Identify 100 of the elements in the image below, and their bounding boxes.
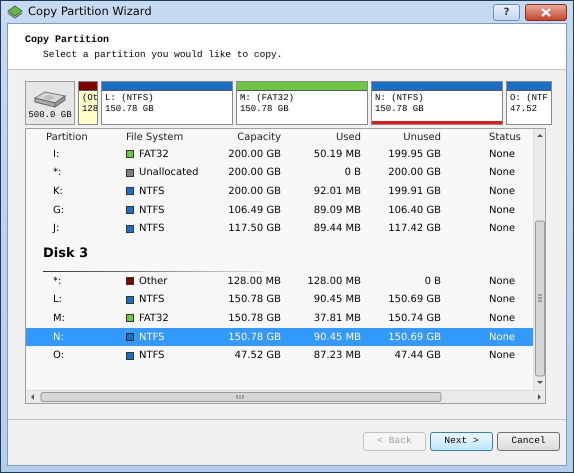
table-cell: 199.91 GB bbox=[388, 186, 441, 197]
column-header[interactable]: File System bbox=[126, 130, 216, 144]
table-cell: None bbox=[489, 312, 516, 324]
table-cell: 47.52 GB bbox=[234, 350, 281, 362]
table-cell: G: bbox=[53, 204, 64, 216]
table-cell: 150.78 GB bbox=[228, 332, 281, 343]
partition-size: 150.78 GB bbox=[375, 104, 425, 115]
table-cell: 128.00 MB bbox=[307, 276, 361, 287]
partition-row[interactable]: O: NTFS 47.52 GB 87.23 MB 47.44 GB None bbox=[26, 346, 533, 365]
table-cell: 200.00 GB bbox=[228, 186, 281, 197]
table-cell: 0 B bbox=[344, 167, 361, 178]
table-cell: None bbox=[489, 148, 516, 160]
window-title: Copy Partition Wizard bbox=[28, 3, 152, 20]
wizard-button[interactable]: Cancel bbox=[497, 432, 560, 450]
close-icon bbox=[541, 8, 551, 16]
column-header[interactable]: Used bbox=[281, 130, 361, 144]
table-cell: 150.78 GB bbox=[228, 312, 281, 324]
table-cell: 89.09 MB bbox=[314, 204, 361, 216]
partition-block[interactable]: L: (NTFS) 150.78 GB bbox=[101, 81, 233, 125]
partition-row[interactable]: K: NTFS 200.00 GB 92.01 MB 199.91 GB None bbox=[26, 182, 533, 201]
table-cell: 87.23 MB bbox=[314, 350, 361, 362]
partition-row[interactable]: *: Other 128.00 MB 128.00 MB 0 B None bbox=[26, 272, 533, 291]
table-cell: 150.78 GB bbox=[228, 294, 281, 306]
table-cell-text: NTFS bbox=[139, 222, 165, 236]
table-cell: None bbox=[489, 332, 516, 343]
table-cell-text: NTFS bbox=[139, 184, 165, 199]
table-cell: 47.44 GB bbox=[394, 350, 441, 362]
table-cell: 117.42 GB bbox=[388, 223, 441, 234]
table-cell: None bbox=[489, 204, 516, 216]
partition-label: O: (NTF bbox=[510, 93, 548, 104]
column-header[interactable]: Unused bbox=[361, 130, 441, 144]
table-cell: O: bbox=[53, 350, 64, 362]
horizontal-scrollbar[interactable] bbox=[26, 390, 545, 403]
page-title: Copy Partition bbox=[25, 34, 110, 48]
partition-row[interactable]: L: NTFS 150.78 GB 90.45 MB 150.69 GB None bbox=[26, 290, 533, 310]
table-cell-text: NTFS bbox=[139, 330, 165, 345]
table-cell: 50.19 MB bbox=[314, 148, 361, 160]
wizard-button[interactable]: Next > bbox=[430, 432, 493, 450]
table-cell-text: FAT32 bbox=[139, 148, 169, 162]
table-cell: 150.74 GB bbox=[388, 312, 441, 324]
disk-size: 500.0 GB bbox=[28, 108, 72, 122]
table-cell-text: FAT32 bbox=[139, 312, 169, 326]
help-button[interactable]: ? bbox=[493, 4, 520, 20]
partition-row[interactable]: G: NTFS 106.49 GB 89.09 MB 106.40 GB None bbox=[26, 200, 533, 220]
table-cell-text: NTFS bbox=[139, 204, 165, 218]
table-cell: 150.69 GB bbox=[388, 332, 441, 343]
page-subtitle: Select a partition you would like to copy. bbox=[42, 48, 284, 62]
partition-label: N: (NTFS) bbox=[375, 93, 425, 104]
table-cell: 200.00 GB bbox=[228, 148, 281, 160]
table-cell: 117.50 GB bbox=[228, 223, 281, 234]
table-cell: 0 B bbox=[424, 276, 441, 287]
table-cell: N: bbox=[53, 332, 64, 343]
table-cell: None bbox=[489, 294, 516, 306]
partition-size: 150.78 GB bbox=[240, 104, 290, 115]
partition-row[interactable]: *: Unallocated 200.00 GB 0 B 200.00 GB None bbox=[26, 164, 533, 182]
column-header[interactable]: Capacity bbox=[216, 130, 281, 144]
table-cell: I: bbox=[53, 148, 60, 160]
column-header[interactable]: Partition bbox=[26, 130, 126, 144]
partition-block[interactable]: N: (NTFS) 150.78 GB bbox=[371, 81, 503, 125]
table-cell: 200.00 GB bbox=[388, 167, 441, 178]
table-cell: 89.44 MB bbox=[314, 223, 361, 234]
partition-size: 150.78 GB bbox=[105, 104, 155, 115]
partition-row[interactable]: J: NTFS 117.50 GB 89.44 MB 117.42 GB None bbox=[26, 219, 533, 238]
table-cell: 128.00 MB bbox=[227, 276, 281, 287]
table-cell: K: bbox=[53, 186, 63, 197]
table-cell: 92.01 MB bbox=[314, 186, 361, 197]
table-cell: 37.81 MB bbox=[314, 312, 361, 324]
hard-drive-icon bbox=[33, 88, 67, 108]
partition-block[interactable]: O: (NTF 47.52 bbox=[506, 81, 552, 125]
table-cell: 90.45 MB bbox=[314, 332, 361, 343]
table-cell: 106.49 GB bbox=[228, 204, 281, 216]
table-cell: L: bbox=[53, 294, 62, 306]
table-cell-text: NTFS bbox=[139, 293, 165, 308]
wizard-icon bbox=[7, 5, 23, 19]
partition-row[interactable]: I: FAT32 200.00 GB 50.19 MB 199.95 GB None bbox=[26, 145, 533, 164]
disk-tile[interactable]: 500.0 GB bbox=[25, 81, 75, 125]
table-cell: None bbox=[489, 186, 516, 197]
partition-row[interactable]: M: FAT32 150.78 GB 37.81 MB 150.74 GB None bbox=[26, 309, 533, 328]
partition-label: M: (FAT32) bbox=[240, 93, 296, 104]
partition-size: 47.52 bbox=[510, 104, 538, 115]
table-cell: 150.69 GB bbox=[388, 294, 441, 306]
table-cell: *: bbox=[53, 276, 62, 287]
disk-heading: Disk 3 bbox=[43, 244, 88, 263]
table-cell: *: bbox=[53, 167, 62, 178]
column-header[interactable]: Status bbox=[441, 130, 533, 144]
table-cell: None bbox=[489, 350, 516, 362]
table-cell-text: Unallocated bbox=[139, 166, 199, 180]
table-cell: 200.00 GB bbox=[228, 167, 281, 178]
table-cell-text: Other bbox=[139, 274, 168, 289]
partition-block[interactable]: M: (FAT32) 150.78 GB bbox=[236, 81, 368, 125]
close-button[interactable] bbox=[525, 4, 567, 20]
vertical-scrollbar[interactable] bbox=[533, 129, 545, 390]
partition-label: L: (NTFS) bbox=[105, 93, 155, 104]
table-cell: None bbox=[489, 167, 516, 178]
table-cell: None bbox=[489, 276, 516, 287]
table-cell: J: bbox=[53, 223, 60, 234]
table-cell: 199.95 GB bbox=[388, 148, 441, 160]
table-cell: 90.45 MB bbox=[314, 294, 361, 306]
table-cell-text: NTFS bbox=[139, 349, 165, 364]
table-cell: 106.40 GB bbox=[388, 204, 441, 216]
